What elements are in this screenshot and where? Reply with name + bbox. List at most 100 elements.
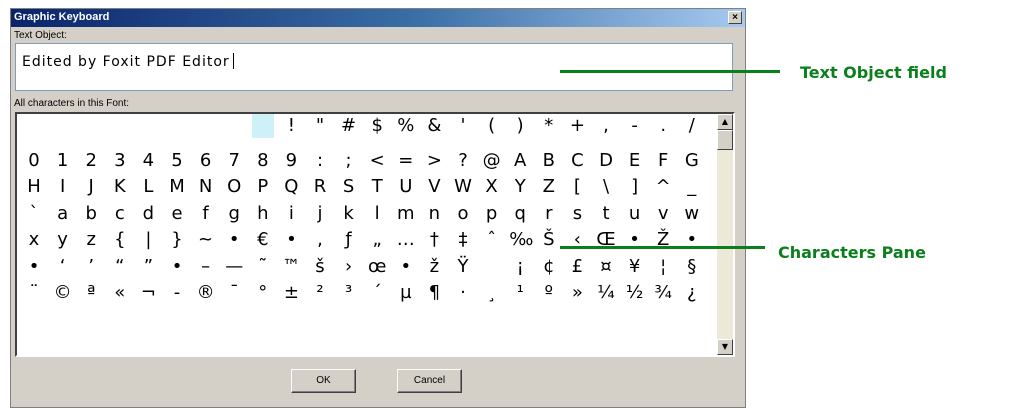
char-cell[interactable] (481, 255, 503, 279)
char-cell[interactable]: G (681, 149, 703, 173)
char-cell[interactable]: ¹ (509, 281, 531, 305)
char-cell[interactable]: E (624, 149, 646, 173)
char-cell[interactable]: £ (566, 255, 588, 279)
char-cell[interactable]: ˆ (481, 228, 503, 252)
char-cell[interactable]: § (681, 255, 703, 279)
char-cell[interactable]: [ (566, 175, 588, 199)
char-cell[interactable]: 9 (280, 149, 302, 173)
char-cell[interactable]: ` (23, 202, 45, 226)
char-cell[interactable]: f (195, 202, 217, 226)
char-cell[interactable]: D (595, 149, 617, 173)
close-button[interactable]: × (728, 11, 742, 24)
char-cell[interactable]: d (137, 202, 159, 226)
char-cell[interactable]: F (652, 149, 674, 173)
char-cell[interactable]: L (137, 175, 159, 199)
char-cell[interactable]: H (23, 175, 45, 199)
char-cell[interactable]: ¥ (624, 255, 646, 279)
char-cell[interactable]: w (681, 202, 703, 226)
char-cell[interactable]: ´ (366, 281, 388, 305)
char-cell[interactable]: ¸ (481, 281, 503, 305)
char-cell[interactable]: – (195, 255, 217, 279)
char-cell[interactable]: ™ (280, 255, 302, 279)
char-cell[interactable]: º (538, 281, 560, 305)
char-cell[interactable] (251, 114, 274, 138)
char-cell[interactable]: - (166, 281, 188, 305)
char-cell[interactable]: t (595, 202, 617, 226)
char-cell[interactable]: p (481, 202, 503, 226)
vertical-scrollbar[interactable]: ▲ ▼ (717, 114, 733, 355)
char-cell[interactable]: k (338, 202, 360, 226)
char-cell[interactable]: s (566, 202, 588, 226)
char-cell[interactable]: ¶ (423, 281, 445, 305)
char-cell[interactable]: “ (109, 255, 131, 279)
char-cell[interactable]: • (395, 255, 417, 279)
char-cell[interactable]: C (566, 149, 588, 173)
char-cell[interactable]: ¼ (595, 281, 617, 305)
char-cell[interactable]: 8 (252, 149, 274, 173)
char-cell[interactable]: } (166, 228, 188, 252)
char-cell[interactable]: @ (481, 149, 503, 173)
char-cell[interactable]: ” (137, 255, 159, 279)
char-cell[interactable]: : (309, 149, 331, 173)
char-cell[interactable]: ‘ (52, 255, 74, 279)
char-cell[interactable]: 3 (109, 149, 131, 173)
char-cell[interactable]: a (52, 202, 74, 226)
char-cell[interactable]: - (624, 114, 646, 138)
scroll-thumb[interactable] (717, 130, 733, 150)
char-cell[interactable]: P (252, 175, 274, 199)
char-cell[interactable]: ( (481, 114, 503, 138)
char-cell[interactable]: X (481, 175, 503, 199)
char-cell[interactable]: % (395, 114, 417, 138)
char-cell[interactable]: ¿ (681, 281, 703, 305)
scroll-up-button[interactable]: ▲ (717, 114, 733, 130)
char-cell[interactable]: ' (452, 114, 474, 138)
char-cell[interactable]: ¢ (538, 255, 560, 279)
char-cell[interactable]: ’ (80, 255, 102, 279)
char-cell[interactable]: S (338, 175, 360, 199)
char-cell[interactable]: • (166, 255, 188, 279)
char-cell[interactable]: † (423, 228, 445, 252)
char-cell[interactable]: ~ (195, 228, 217, 252)
char-cell[interactable]: " (309, 114, 331, 138)
char-cell[interactable]: , (309, 228, 331, 252)
char-cell[interactable]: h (252, 202, 274, 226)
char-cell[interactable]: | (137, 228, 159, 252)
char-cell[interactable]: œ (366, 255, 388, 279)
char-cell[interactable]: ^ (652, 175, 674, 199)
char-cell[interactable]: . (652, 114, 674, 138)
char-cell[interactable]: · (452, 281, 474, 305)
char-cell[interactable]: U (395, 175, 417, 199)
char-cell[interactable]: r (538, 202, 560, 226)
char-cell[interactable]: 4 (137, 149, 159, 173)
char-cell[interactable]: , (595, 114, 617, 138)
char-cell[interactable]: g (223, 202, 245, 226)
char-cell[interactable]: \ (595, 175, 617, 199)
char-cell[interactable]: 0 (23, 149, 45, 173)
char-cell[interactable]: ˜ (252, 255, 274, 279)
char-cell[interactable]: ž (423, 255, 445, 279)
char-cell[interactable]: ² (309, 281, 331, 305)
char-cell[interactable]: — (223, 255, 245, 279)
char-cell[interactable]: b (80, 202, 102, 226)
char-cell[interactable]: ? (452, 149, 474, 173)
char-cell[interactable]: T (366, 175, 388, 199)
char-cell[interactable]: Š (538, 228, 560, 252)
char-cell[interactable]: „ (366, 228, 388, 252)
char-cell[interactable]: ¯ (223, 281, 245, 305)
char-cell[interactable]: ƒ (338, 228, 360, 252)
char-cell[interactable]: W (452, 175, 474, 199)
char-cell[interactable]: B (538, 149, 560, 173)
char-cell[interactable]: 5 (166, 149, 188, 173)
char-cell[interactable]: R (309, 175, 331, 199)
char-cell[interactable]: • (223, 228, 245, 252)
char-cell[interactable]: 1 (52, 149, 74, 173)
char-cell[interactable]: _ (681, 175, 703, 199)
char-cell[interactable]: j (309, 202, 331, 226)
char-cell[interactable]: ‰ (509, 228, 533, 252)
char-cell[interactable]: z (80, 228, 102, 252)
char-cell[interactable]: ! (280, 114, 302, 138)
char-cell[interactable]: M (166, 175, 188, 199)
char-cell[interactable]: = (395, 149, 417, 173)
char-cell[interactable]: e (166, 202, 188, 226)
char-cell[interactable]: > (423, 149, 445, 173)
